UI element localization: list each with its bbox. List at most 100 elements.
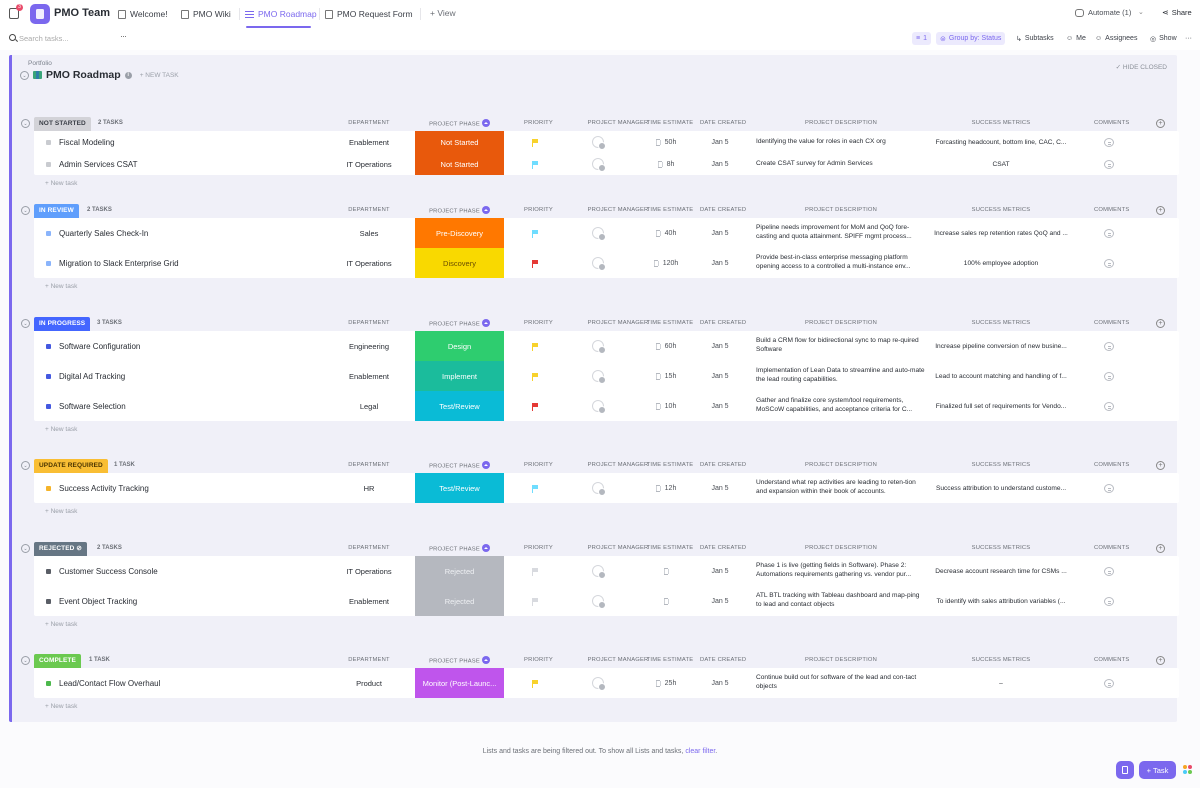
column-header-date-created[interactable]: DATE CREATED	[700, 320, 746, 326]
success-metrics-cell[interactable]: Increase pipeline conversion of new busi…	[930, 331, 1072, 361]
add-column-button[interactable]: +	[1156, 461, 1165, 470]
task-name[interactable]: Migration to Slack Enterprise Grid	[59, 248, 179, 278]
project-manager-cell[interactable]	[582, 668, 614, 698]
time-estimate-cell[interactable]: 15h	[641, 361, 691, 391]
collapse-group-icon[interactable]: ⌄	[21, 461, 30, 470]
status-square-icon[interactable]	[46, 568, 51, 574]
department-cell[interactable]: Engineering	[315, 331, 423, 361]
column-header-success-metrics[interactable]: SUCCESS METRICS	[930, 320, 1072, 326]
tab-pmo-wiki[interactable]: PMO Wiki	[181, 8, 231, 20]
project-manager-cell[interactable]	[582, 248, 614, 278]
column-header-time-estimate[interactable]: TIME ESTIMATE	[645, 120, 695, 126]
project-phase-cell[interactable]: Test/Review	[415, 473, 504, 503]
new-task-row-button[interactable]: + New task	[45, 180, 1180, 187]
priority-cell[interactable]	[524, 331, 544, 361]
column-header-project-phase[interactable]: PROJECT PHASE	[415, 461, 504, 470]
comments-cell[interactable]	[1099, 391, 1119, 421]
task-name[interactable]: Customer Success Console	[59, 556, 158, 586]
task-name[interactable]: Fiscal Modeling	[59, 131, 115, 153]
project-manager-cell[interactable]	[582, 391, 614, 421]
column-header-time-estimate[interactable]: TIME ESTIMATE	[645, 320, 695, 326]
project-description-cell[interactable]: Pipeline needs improvement for MoM and Q…	[756, 218, 926, 248]
column-header-priority[interactable]: PRIORITY	[524, 545, 553, 551]
project-manager-cell[interactable]	[582, 473, 614, 503]
task-name[interactable]: Digital Ad Tracking	[59, 361, 125, 391]
status-square-icon[interactable]	[46, 403, 51, 409]
column-header-project-manager[interactable]: PROJECT MANAGER	[582, 462, 654, 468]
add-column-button[interactable]: +	[1156, 119, 1165, 128]
new-task-row-button[interactable]: + New task	[45, 508, 1180, 515]
column-header-time-estimate[interactable]: TIME ESTIMATE	[645, 657, 695, 663]
sort-ascending-icon[interactable]	[481, 656, 490, 664]
sort-ascending-icon[interactable]	[481, 544, 490, 552]
search-input[interactable]	[19, 32, 109, 45]
project-description-cell[interactable]: Identifying the value for roles in each …	[756, 131, 926, 153]
project-description-cell[interactable]: Gather and finalize core system/tool req…	[756, 391, 926, 421]
time-estimate-cell[interactable]: 25h	[641, 668, 691, 698]
column-header-project-manager[interactable]: PROJECT MANAGER	[582, 120, 654, 126]
new-doc-button[interactable]	[1116, 761, 1134, 779]
collapse-list-icon[interactable]: ⌄	[20, 70, 29, 80]
priority-cell[interactable]	[524, 391, 544, 421]
column-header-project-phase[interactable]: PROJECT PHASE	[415, 119, 504, 128]
new-task-button[interactable]: + NEW TASK	[140, 72, 179, 79]
project-manager-cell[interactable]	[582, 331, 614, 361]
success-metrics-cell[interactable]: Decrease account research time for CSMs …	[930, 556, 1072, 586]
column-header-department[interactable]: DEPARTMENT	[315, 462, 423, 468]
clear-filter-link[interactable]: clear filter	[685, 748, 715, 755]
task-row[interactable]: Software Selection Legal Test/Review 10h Jan…	[34, 391, 1179, 421]
success-metrics-cell[interactable]: Forcasting headcount, bottom line, CAC, …	[930, 131, 1072, 153]
success-metrics-cell[interactable]: 100% employee adoption	[930, 248, 1072, 278]
column-header-project-description[interactable]: PROJECT DESCRIPTION	[756, 462, 926, 468]
assignees-button[interactable]: ☺ Assignees	[1091, 32, 1141, 45]
sort-ascending-icon[interactable]	[481, 461, 490, 469]
tab-pmo-request-form[interactable]: PMO Request Form	[325, 8, 413, 20]
status-badge[interactable]: COMPLETE	[34, 654, 81, 668]
project-phase-cell[interactable]: Monitor (Post-Launc...	[415, 668, 504, 698]
status-square-icon[interactable]	[46, 485, 51, 491]
share-button[interactable]: ⋖ Share	[1162, 8, 1192, 17]
priority-cell[interactable]	[524, 131, 544, 153]
time-estimate-cell[interactable]: 12h	[641, 473, 691, 503]
column-header-priority[interactable]: PRIORITY	[524, 462, 553, 468]
department-cell[interactable]: IT Operations	[315, 153, 423, 175]
collapse-group-icon[interactable]: ⌄	[21, 544, 30, 553]
column-header-time-estimate[interactable]: TIME ESTIMATE	[645, 207, 695, 213]
column-header-project-description[interactable]: PROJECT DESCRIPTION	[756, 320, 926, 326]
department-cell[interactable]: Sales	[315, 218, 423, 248]
status-square-icon[interactable]	[46, 343, 51, 349]
priority-cell[interactable]	[524, 361, 544, 391]
project-description-cell[interactable]: Understand what rep activities are leadi…	[756, 473, 926, 503]
priority-cell[interactable]	[524, 586, 544, 616]
project-manager-cell[interactable]	[582, 153, 614, 175]
project-phase-cell[interactable]: Not Started	[415, 131, 504, 153]
new-task-row-button[interactable]: + New task	[45, 283, 1180, 290]
column-header-priority[interactable]: PRIORITY	[524, 657, 553, 663]
column-header-project-description[interactable]: PROJECT DESCRIPTION	[756, 120, 926, 126]
project-description-cell[interactable]: ATL BTL tracking with Tableau dashboard …	[756, 586, 926, 616]
task-name[interactable]: Software Configuration	[59, 331, 140, 361]
project-description-cell[interactable]: Implementation of Lean Data to streamlin…	[756, 361, 926, 391]
comments-cell[interactable]	[1099, 331, 1119, 361]
apps-grid-icon[interactable]	[1183, 765, 1192, 774]
task-row[interactable]: Software Configuration Engineering Design 6…	[34, 331, 1179, 361]
department-cell[interactable]: Enablement	[315, 361, 423, 391]
success-metrics-cell[interactable]: CSAT	[930, 153, 1072, 175]
column-header-time-estimate[interactable]: TIME ESTIMATE	[645, 462, 695, 468]
task-row[interactable]: Success Activity Tracking HR Test/Review 12…	[34, 473, 1179, 503]
column-header-date-created[interactable]: DATE CREATED	[700, 657, 746, 663]
comments-cell[interactable]	[1099, 586, 1119, 616]
project-description-cell[interactable]: Continue build out for software of the l…	[756, 668, 926, 698]
column-header-project-manager[interactable]: PROJECT MANAGER	[582, 320, 654, 326]
breadcrumb[interactable]: Portfolio	[28, 60, 52, 67]
filter-button[interactable]: ≡ 1	[912, 32, 931, 45]
time-estimate-cell[interactable]	[641, 586, 691, 616]
column-header-project-phase[interactable]: PROJECT PHASE	[415, 656, 504, 665]
new-task-fab[interactable]: + Task	[1139, 761, 1176, 779]
status-badge[interactable]: NOT STARTED	[34, 117, 91, 131]
project-description-cell[interactable]: Phase 1 is live (getting fields in Softw…	[756, 556, 926, 586]
project-phase-cell[interactable]: Design	[415, 331, 504, 361]
column-header-project-phase[interactable]: PROJECT PHASE	[415, 544, 504, 553]
department-cell[interactable]: Enablement	[315, 131, 423, 153]
department-cell[interactable]: IT Operations	[315, 556, 423, 586]
